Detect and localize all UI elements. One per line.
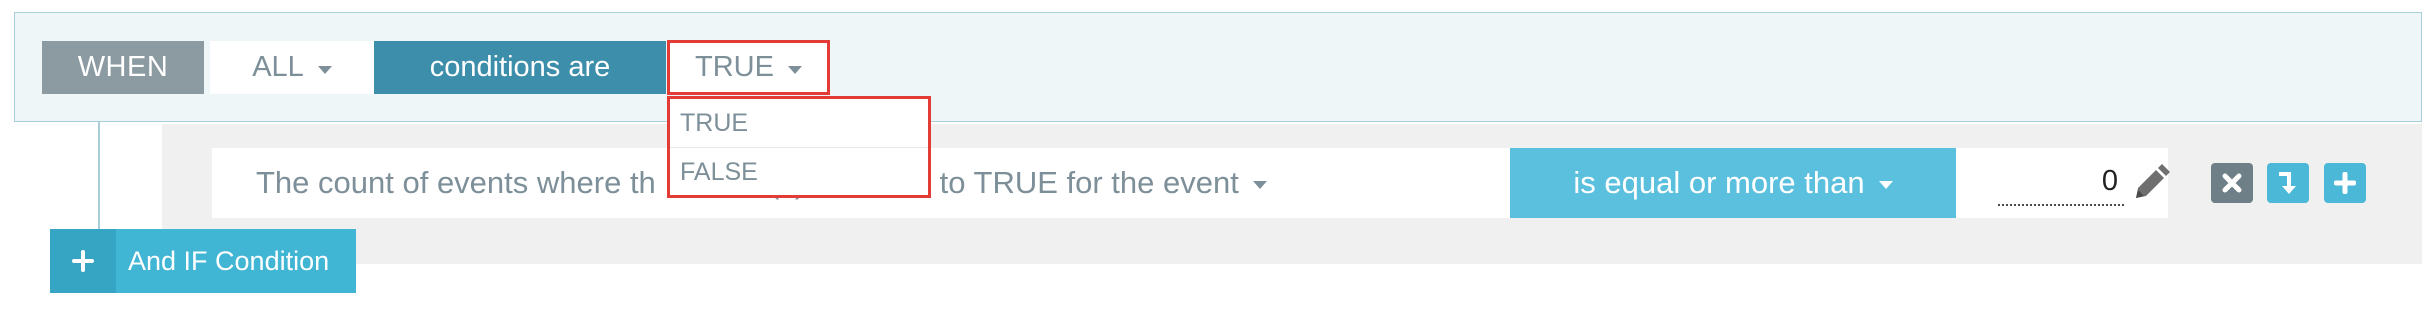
- dropdown-option-false[interactable]: FALSE: [670, 147, 928, 196]
- and-if-condition-label: And IF Condition: [128, 245, 330, 276]
- tree-connector-line: [98, 122, 100, 230]
- truth-value-text: TRUE: [695, 51, 774, 83]
- caret-down-icon: [787, 65, 802, 74]
- count-value: 0: [2101, 164, 2118, 197]
- match-mode-select[interactable]: ALL: [210, 41, 374, 94]
- move-down-button[interactable]: [2267, 163, 2309, 203]
- caret-down-icon: [317, 65, 332, 74]
- remove-condition-button[interactable]: [2211, 163, 2253, 203]
- caret-down-icon: [1252, 181, 1267, 189]
- close-icon: [2222, 173, 2242, 193]
- add-condition-button[interactable]: [2324, 163, 2366, 203]
- truth-value-select[interactable]: TRUE: [667, 40, 830, 95]
- plus-icon: [50, 229, 116, 293]
- and-if-condition-button[interactable]: And IF Condition: [50, 229, 356, 293]
- dropdown-option-true[interactable]: TRUE: [670, 99, 928, 147]
- operator-text: is equal or more than: [1573, 165, 1865, 200]
- plus-icon: [2334, 172, 2356, 194]
- operator-select[interactable]: is equal or more than: [1510, 148, 1956, 218]
- truth-value-dropdown: TRUE FALSE: [667, 96, 931, 198]
- count-value-field[interactable]: 0: [1998, 158, 2124, 206]
- move-down-icon: [2279, 172, 2296, 194]
- rule-builder: WHEN ALL conditions are TRUE TRUE FALSE …: [0, 0, 2422, 322]
- when-label-text: WHEN: [77, 51, 169, 83]
- when-label: WHEN: [42, 41, 204, 94]
- caret-down-icon: [1878, 181, 1893, 189]
- conditions-are-label: conditions are: [374, 41, 666, 94]
- condition-row: The count of events where th n(s) evalua…: [212, 148, 2170, 218]
- pencil-icon[interactable]: [2130, 160, 2170, 204]
- conditions-are-text: conditions are: [429, 51, 611, 83]
- count-condition-text-left: The count of events where th: [256, 165, 656, 200]
- match-mode-value: ALL: [252, 51, 304, 83]
